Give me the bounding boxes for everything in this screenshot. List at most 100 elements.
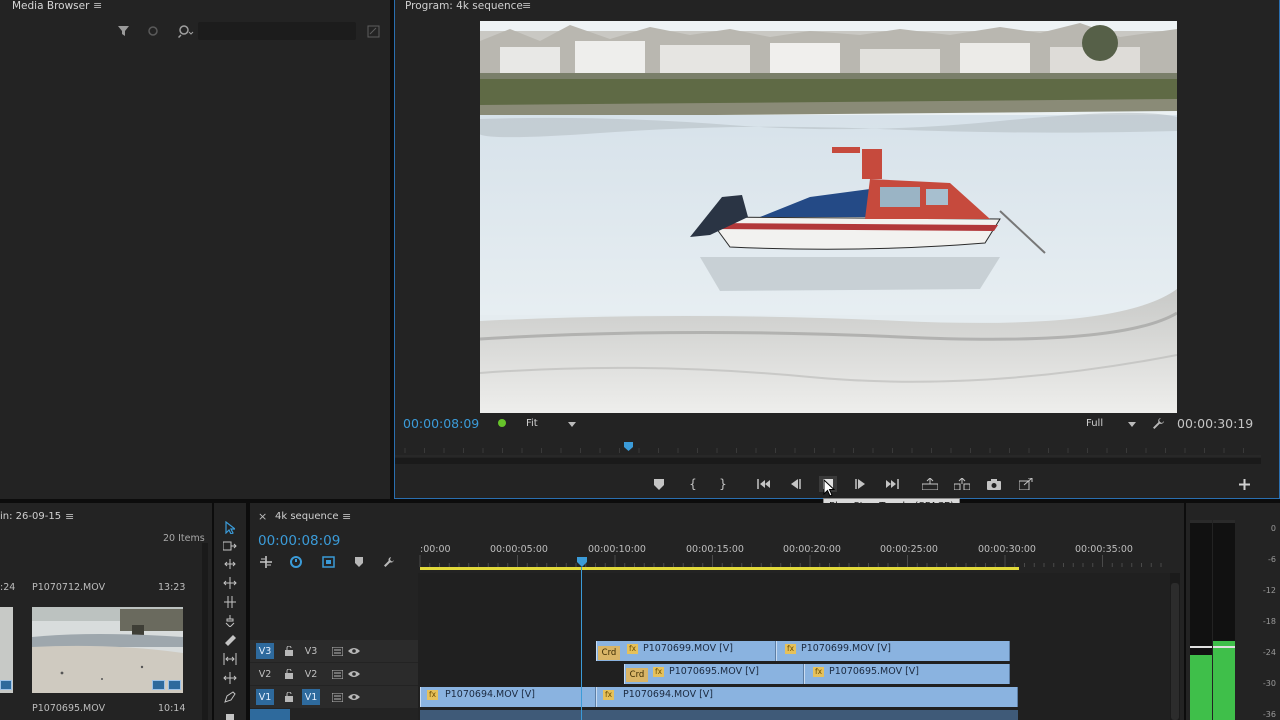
marker-icon[interactable]	[651, 476, 667, 492]
eye-icon[interactable]	[345, 689, 363, 705]
zoom-select[interactable]: Fit	[519, 416, 579, 432]
snap-icon[interactable]	[258, 555, 274, 569]
timeline-current-timecode[interactable]: 00:00:08:09	[258, 533, 340, 549]
sync-lock-icon[interactable]	[328, 666, 346, 682]
search-icon[interactable]	[177, 23, 195, 39]
bin-item-thumbnail[interactable]	[32, 607, 183, 693]
zoom-select-value: Fit	[526, 418, 538, 429]
sync-lock-icon[interactable]	[328, 689, 346, 705]
media-browser-tab[interactable]: Media Browser	[12, 0, 89, 12]
timeline-clip[interactable]: fx P1070695.MOV [V]	[804, 664, 1010, 684]
meter-level-left	[1190, 655, 1212, 720]
hand-tool-icon[interactable]	[222, 709, 238, 720]
clip-label: P1070695.MOV [V]	[829, 666, 919, 677]
step-forward-icon[interactable]	[851, 476, 869, 492]
program-video-frame	[480, 21, 1177, 413]
timeline-scroll-thumb[interactable]	[1171, 583, 1179, 720]
work-area-bar[interactable]	[420, 567, 1019, 570]
step-back-icon[interactable]	[787, 476, 805, 492]
linked-selection-icon[interactable]	[288, 555, 304, 569]
pen-tool-icon[interactable]	[222, 690, 238, 704]
ripple-edit-tool-icon[interactable]	[222, 557, 238, 571]
bin-scrollbar[interactable]	[202, 543, 208, 720]
lock-icon[interactable]	[280, 643, 298, 659]
program-current-timecode[interactable]: 00:00:08:09	[403, 416, 479, 431]
timeline-clip[interactable]: fx P1070699.MOV [V]	[596, 641, 776, 661]
mark-in-icon[interactable]: {	[685, 476, 701, 492]
bin-thumbnail-badge-partial	[0, 680, 12, 690]
bin-item-name[interactable]: P1070695.MOV	[32, 703, 105, 714]
meter-scale-label: -24	[1262, 648, 1276, 657]
go-to-out-icon[interactable]	[883, 476, 901, 492]
meter-scale-label: 0	[1270, 524, 1276, 533]
lock-icon[interactable]	[280, 689, 298, 705]
program-menu-icon[interactable]: ≡	[522, 0, 531, 12]
timeline-clip[interactable]: fx P1070699.MOV [V]	[776, 641, 1010, 661]
track-select-tool-icon[interactable]	[222, 539, 238, 553]
quality-select[interactable]: Full	[1081, 416, 1141, 432]
source-patch-v1[interactable]: V1	[256, 689, 274, 705]
meter-peak-left	[1190, 646, 1212, 648]
chevron-down-icon	[1128, 422, 1136, 427]
ruler-label: 00:00:20:00	[783, 544, 841, 555]
insert-icon[interactable]	[1017, 476, 1035, 492]
audio-meters-panel: 0 -6 -12 -18 -24 -30 -36	[1186, 503, 1280, 720]
timeline-tab-close-button[interactable]: ×	[258, 510, 267, 523]
track-target-v3[interactable]: V3	[302, 643, 320, 659]
bin-item-name[interactable]: P1070712.MOV	[32, 582, 105, 593]
timeline-menu-icon[interactable]: ≡	[342, 510, 351, 523]
extract-icon[interactable]	[953, 476, 971, 492]
timeline-clip[interactable]: fx P1070695.MOV [V]	[624, 664, 804, 684]
rolling-edit-tool-icon[interactable]	[222, 576, 238, 590]
ruler-label: 00:00:25:00	[880, 544, 938, 555]
slip-tool-icon[interactable]	[222, 652, 238, 666]
go-to-in-icon[interactable]	[755, 476, 773, 492]
track-target-v1[interactable]: V1	[302, 689, 320, 705]
timeline-clip[interactable]: fx P1070694.MOV [V]	[596, 687, 1018, 707]
quality-select-value: Full	[1086, 418, 1104, 429]
timeline-clip[interactable]: fx P1070694.MOV [V]	[420, 687, 596, 707]
search-input[interactable]	[198, 22, 356, 40]
new-item-icon[interactable]	[366, 24, 380, 38]
source-patch-v2[interactable]: V2	[256, 666, 274, 682]
mark-out-icon[interactable]: }	[715, 476, 731, 492]
timeline-panel: × 4k sequence ≡ 00:00:08:09 :00:00 00:00…	[250, 503, 1184, 720]
audio-clip-partial[interactable]	[420, 710, 1018, 720]
meter-peak-hold-left	[1190, 520, 1212, 523]
razor-blade-icon[interactable]	[222, 633, 238, 647]
track-target-v2[interactable]: V2	[302, 666, 320, 682]
filter-icon[interactable]	[116, 24, 130, 38]
razor-tool-icon[interactable]	[222, 614, 238, 628]
wrench-icon[interactable]	[1151, 416, 1165, 430]
timeline-playhead-head[interactable]	[577, 557, 587, 567]
add-icon[interactable]	[1237, 477, 1251, 491]
lift-icon[interactable]	[921, 476, 939, 492]
add-marker-icon[interactable]	[352, 555, 366, 569]
program-monitor-tab[interactable]: Program: 4k sequence	[405, 0, 523, 12]
eye-icon[interactable]	[345, 643, 363, 659]
selection-tool-icon[interactable]	[222, 519, 238, 535]
lock-icon[interactable]	[280, 666, 298, 682]
hamburger-icon[interactable]: ≡	[93, 0, 102, 12]
source-patch-v3[interactable]: V3	[256, 643, 274, 659]
export-frame-icon[interactable]	[985, 476, 1003, 492]
rate-stretch-tool-icon[interactable]	[222, 595, 238, 609]
timeline-tab[interactable]: 4k sequence	[275, 511, 339, 522]
bin-item-duration: 13:23	[158, 582, 186, 593]
program-time-ruler[interactable]	[395, 440, 1261, 470]
program-scroll-bar[interactable]	[395, 458, 1261, 464]
program-playhead[interactable]	[624, 442, 633, 451]
bin-menu-icon[interactable]: ≡	[65, 510, 74, 523]
sync-lock-icon[interactable]	[328, 643, 346, 659]
meter-scale-label: -30	[1262, 679, 1276, 688]
cross-dissolve-transition[interactable]: Crd	[598, 646, 620, 660]
bin-tab[interactable]: in: 26-09-15	[0, 511, 61, 522]
insert-nest-icon[interactable]	[320, 555, 336, 569]
eye-icon[interactable]	[146, 24, 160, 38]
slide-tool-icon[interactable]	[222, 671, 238, 685]
eye-icon[interactable]	[345, 666, 363, 682]
meter-peak-hold-right	[1213, 520, 1235, 523]
media-browser-content	[0, 44, 390, 499]
timeline-settings-icon[interactable]	[382, 555, 396, 569]
cross-dissolve-transition[interactable]: Crd	[626, 668, 648, 682]
